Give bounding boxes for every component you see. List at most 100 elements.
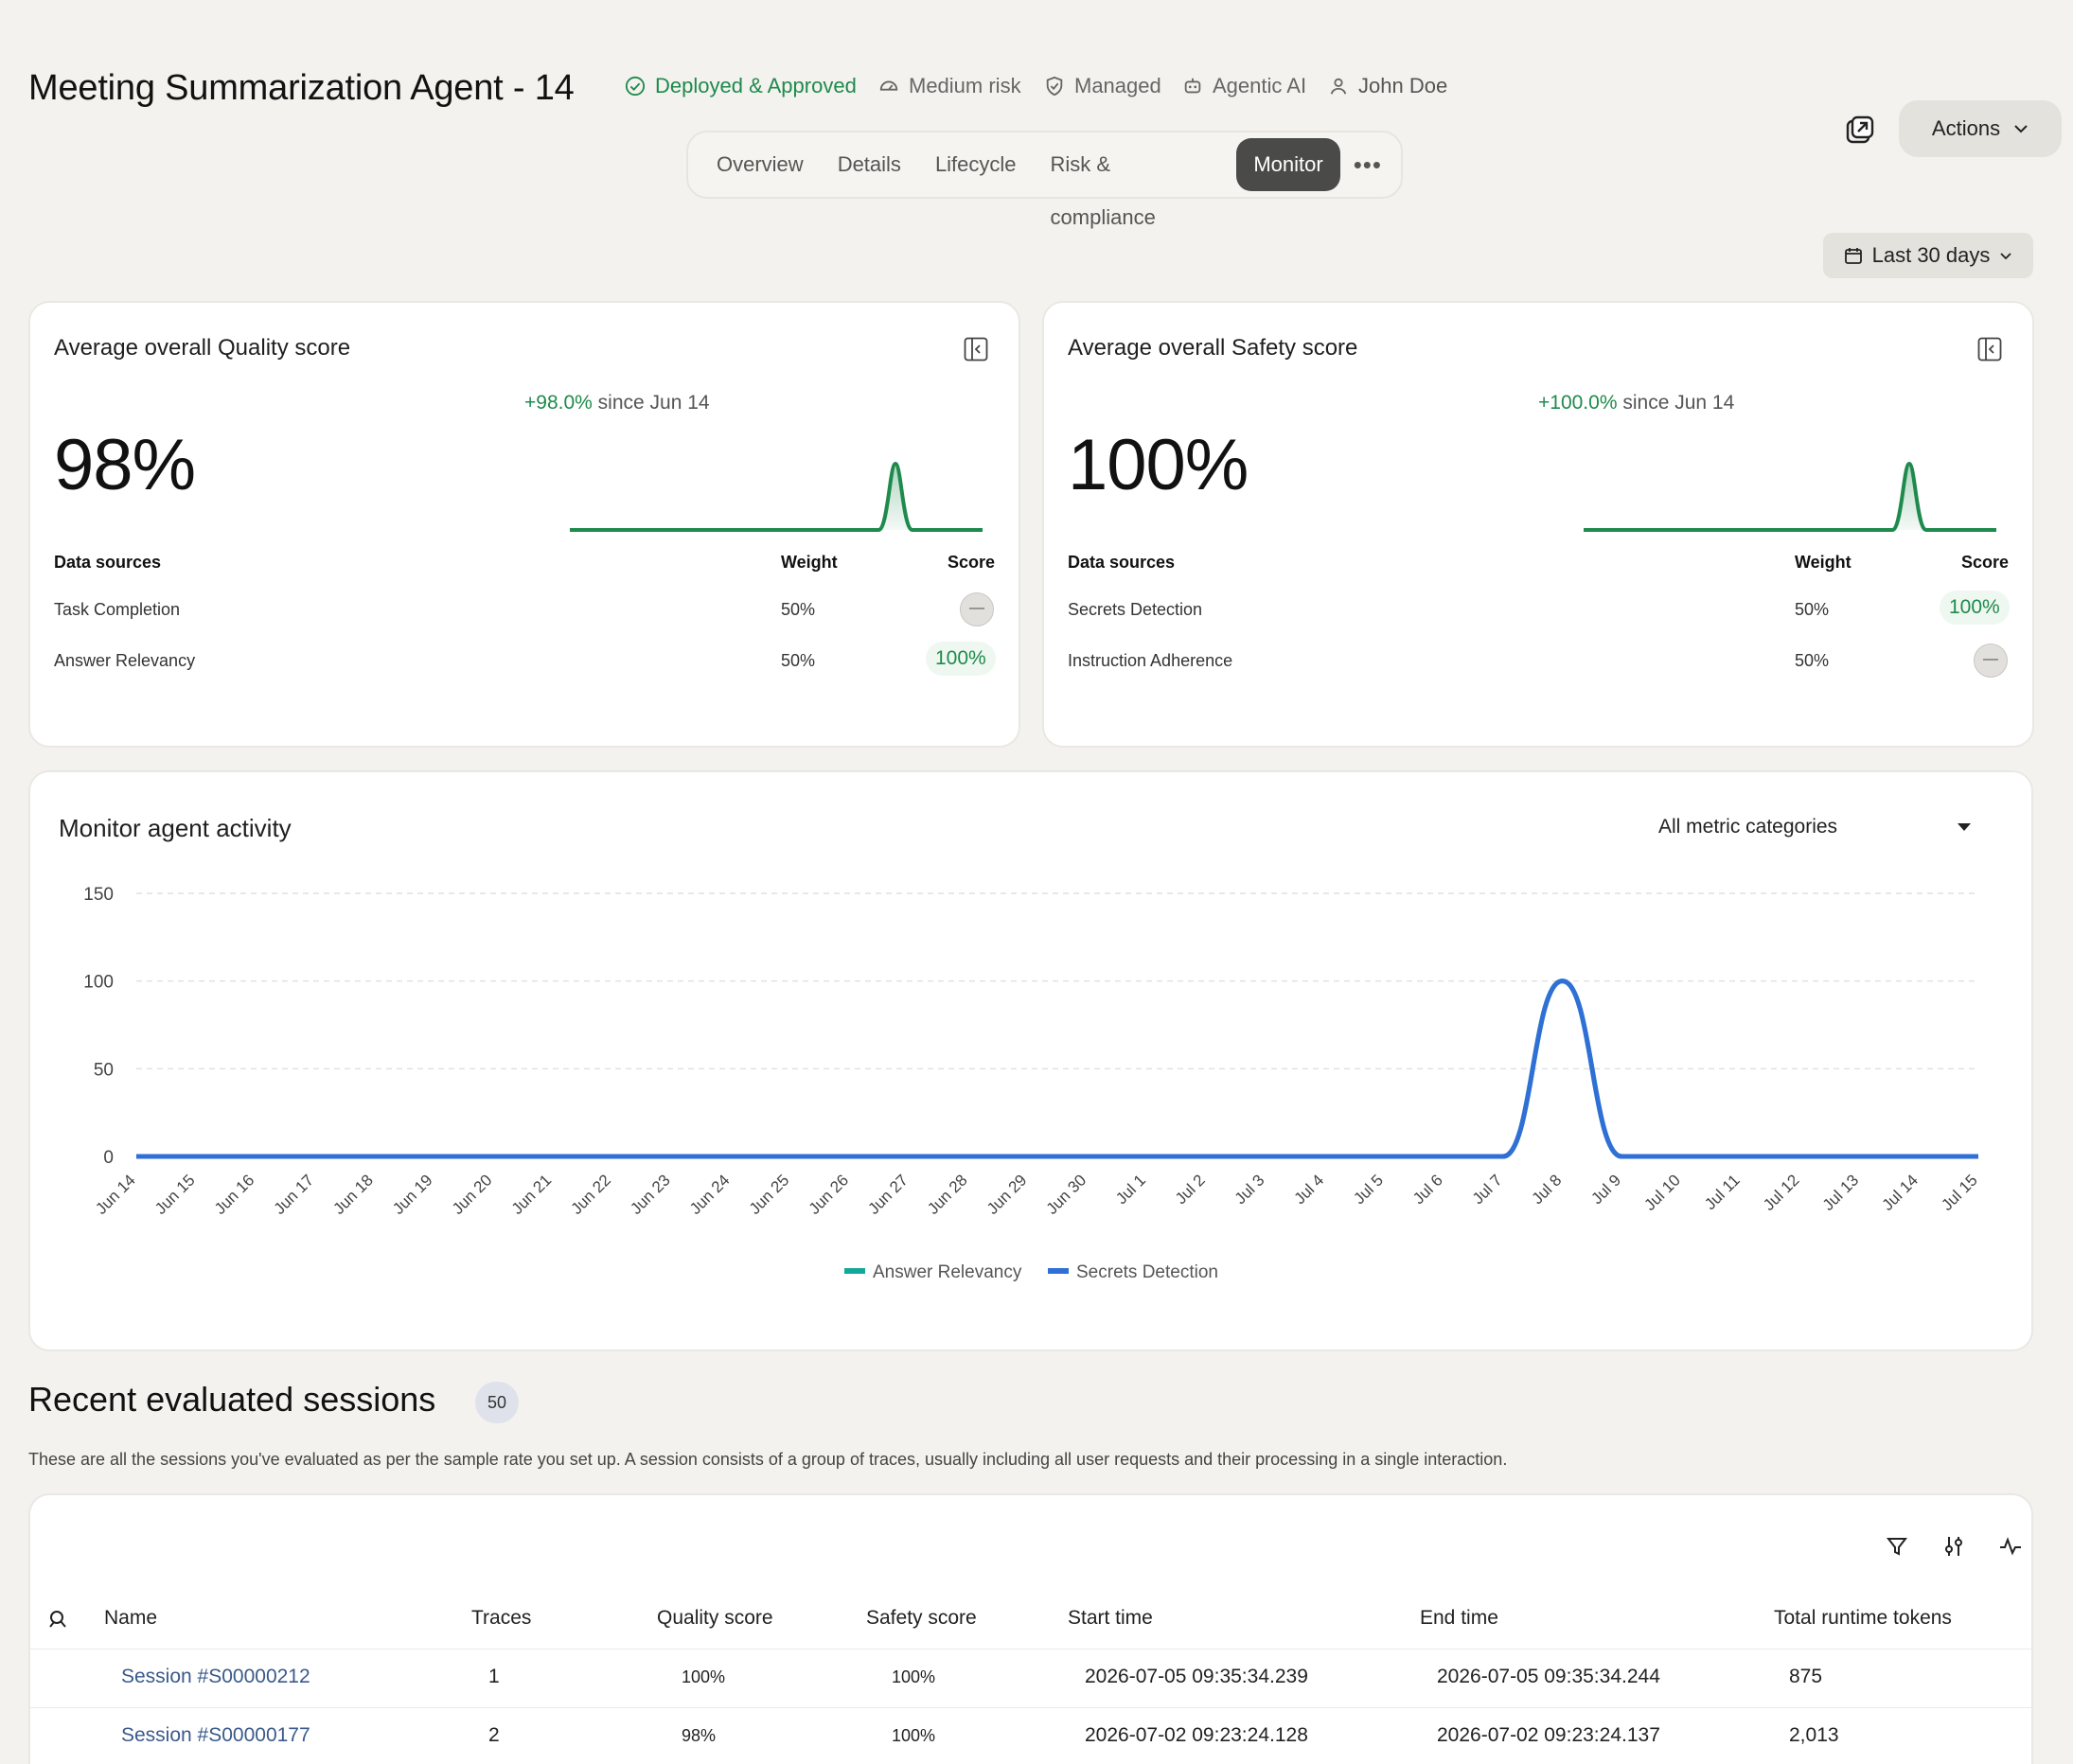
x-tick-label: Jul 5 bbox=[1350, 1171, 1387, 1208]
x-tick-label: Jun 22 bbox=[567, 1171, 614, 1218]
x-tick-label: Jun 16 bbox=[211, 1171, 258, 1218]
data-source-name: Instruction Adherence bbox=[1068, 651, 1233, 670]
col-data-sources: Data sources bbox=[1068, 553, 1176, 572]
gauge-icon bbox=[879, 80, 898, 91]
check-circle-icon bbox=[625, 76, 646, 97]
managed-badge: Managed bbox=[1044, 74, 1161, 98]
quality-score-value: 98% bbox=[54, 425, 196, 505]
start-time-cell: 2026-07-02 09:23:24.128 bbox=[1085, 1724, 1308, 1746]
date-range-label: Last 30 days bbox=[1871, 243, 1991, 267]
tab-lifecycle[interactable]: Lifecycle bbox=[918, 138, 1034, 191]
safety-cell: 100% bbox=[892, 1667, 936, 1686]
legend-label: Answer Relevancy bbox=[873, 1262, 1022, 1282]
activity-chart-card: Monitor agent activity All metric catego… bbox=[28, 770, 2033, 1351]
sessions-table: Name Traces Quality score Safety score S… bbox=[28, 1493, 2035, 1764]
y-tick-label: 100 bbox=[83, 973, 114, 993]
sessions-description: These are all the sessions you've evalua… bbox=[28, 1450, 1508, 1469]
x-tick-label: Jul 4 bbox=[1290, 1171, 1327, 1208]
x-tick-label: Jul 1 bbox=[1112, 1171, 1149, 1208]
collapse-panel-icon[interactable] bbox=[1977, 337, 2002, 362]
y-tick-label: 50 bbox=[94, 1060, 114, 1080]
x-tick-label: Jun 28 bbox=[924, 1171, 971, 1218]
x-tick-label: Jun 18 bbox=[329, 1171, 377, 1218]
col-total-runtime-tokens[interactable]: Total runtime tokens bbox=[1774, 1607, 1952, 1630]
col-score: Score bbox=[948, 553, 996, 572]
tab-monitor[interactable]: Monitor bbox=[1236, 138, 1340, 191]
y-tick-label: 150 bbox=[83, 885, 114, 905]
y-tick-label: 0 bbox=[103, 1148, 114, 1168]
traces-cell: 1 bbox=[488, 1666, 500, 1687]
open-external-icon[interactable] bbox=[1844, 114, 1876, 146]
change-value: +98.0% bbox=[524, 392, 593, 414]
col-traces[interactable]: Traces bbox=[471, 1607, 531, 1630]
quality-score-card: Average overall Quality score 98% +98.0%… bbox=[28, 301, 1020, 748]
page-title: Meeting Summarization Agent - 14 bbox=[28, 68, 575, 108]
x-tick-label: Jun 20 bbox=[449, 1171, 496, 1218]
data-source-name: Task Completion bbox=[54, 600, 181, 619]
x-tick-label: Jul 9 bbox=[1587, 1171, 1624, 1208]
tab-details[interactable]: Details bbox=[821, 138, 918, 191]
x-tick-label: Jul 14 bbox=[1879, 1171, 1922, 1214]
filter-icon[interactable] bbox=[1884, 1533, 1910, 1560]
x-tick-label: Jun 14 bbox=[92, 1171, 139, 1218]
tab-overview[interactable]: Overview bbox=[700, 138, 821, 191]
safety-score-value: 100% bbox=[1068, 425, 1249, 505]
agent-type-label: Agentic AI bbox=[1213, 74, 1307, 97]
collapse-panel-icon[interactable] bbox=[964, 337, 988, 362]
end-time-cell: 2026-07-05 09:35:34.244 bbox=[1437, 1666, 1660, 1687]
col-weight: Weight bbox=[781, 553, 838, 572]
tokens-cell: 2,013 bbox=[1789, 1724, 1839, 1746]
legend-swatch bbox=[1048, 1268, 1069, 1274]
sessions-title: Recent evaluated sessions bbox=[28, 1380, 436, 1419]
activity-icon[interactable] bbox=[1997, 1533, 2024, 1560]
session-link[interactable]: Session #S00000212 bbox=[121, 1666, 310, 1688]
col-safety-score[interactable]: Safety score bbox=[866, 1607, 977, 1630]
more-tabs-button[interactable]: ••• bbox=[1340, 138, 1395, 191]
change-value: +100.0% bbox=[1538, 392, 1618, 414]
data-source-name: Answer Relevancy bbox=[54, 651, 196, 670]
score-change: +100.0% since Jun 14 bbox=[1538, 392, 1734, 415]
x-tick-label: Jun 25 bbox=[746, 1171, 793, 1218]
x-tick-label: Jul 2 bbox=[1172, 1171, 1209, 1208]
managed-label: Managed bbox=[1074, 74, 1161, 97]
x-tick-label: Jun 19 bbox=[389, 1171, 436, 1218]
risk-label: Medium risk bbox=[909, 74, 1021, 97]
owner-label: John Doe bbox=[1358, 74, 1448, 97]
quality-sparkline bbox=[570, 461, 983, 532]
x-tick-label: Jun 27 bbox=[864, 1171, 912, 1218]
score-pill: 100% bbox=[926, 642, 996, 676]
tab-risk-compliance[interactable]: Risk & compliance bbox=[1034, 138, 1237, 229]
col-quality-score[interactable]: Quality score bbox=[657, 1607, 773, 1630]
x-tick-label: Jul 6 bbox=[1409, 1171, 1446, 1208]
card-title: Average overall Safety score bbox=[1068, 335, 1358, 361]
owner-badge[interactable]: John Doe bbox=[1328, 74, 1447, 98]
col-score: Score bbox=[1961, 553, 2010, 572]
x-tick-label: Jul 8 bbox=[1529, 1171, 1566, 1208]
x-tick-label: Jul 3 bbox=[1231, 1171, 1268, 1208]
adjust-columns-icon[interactable] bbox=[1940, 1533, 1967, 1560]
x-tick-label: Jul 12 bbox=[1760, 1171, 1803, 1214]
x-tick-label: Jul 10 bbox=[1640, 1171, 1684, 1214]
data-source-weight: 50% bbox=[781, 600, 816, 619]
robot-icon bbox=[1184, 78, 1201, 94]
activity-line-chart: 0 50 100 150 Jun 14 Jun 15 Jun 16 Jun 17 Jun 18 J… bbox=[83, 885, 1981, 1282]
data-source-weight: 50% bbox=[1795, 600, 1830, 619]
legend-swatch bbox=[844, 1268, 865, 1274]
date-range-picker[interactable]: Last 30 days bbox=[1823, 233, 2033, 278]
col-end-time[interactable]: End time bbox=[1420, 1607, 1498, 1630]
status-badge: Deployed & Approved bbox=[625, 74, 857, 98]
col-start-time[interactable]: Start time bbox=[1068, 1607, 1153, 1630]
safety-sparkline bbox=[1584, 461, 1996, 532]
empty-score-indicator: — bbox=[1974, 644, 2008, 678]
status-label: Deployed & Approved bbox=[655, 74, 857, 97]
col-name[interactable]: Name bbox=[104, 1607, 157, 1630]
x-tick-label: Jun 30 bbox=[1043, 1171, 1090, 1218]
actions-button[interactable]: Actions bbox=[1899, 100, 2062, 157]
search-column-icon[interactable] bbox=[47, 1609, 68, 1630]
x-tick-label: Jun 26 bbox=[806, 1171, 853, 1218]
data-source-weight: 50% bbox=[1795, 651, 1830, 670]
session-link[interactable]: Session #S00000177 bbox=[121, 1724, 310, 1747]
col-data-sources: Data sources bbox=[54, 553, 162, 572]
score-change: +98.0% since Jun 14 bbox=[524, 392, 710, 415]
traces-cell: 2 bbox=[488, 1724, 500, 1746]
